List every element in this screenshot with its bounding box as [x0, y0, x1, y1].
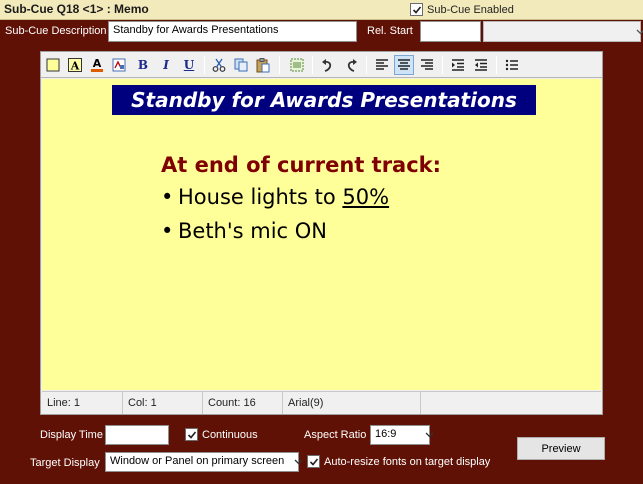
status-count: Count: 16 — [202, 392, 282, 414]
bullet-glyph: • — [161, 185, 174, 209]
memo-bullet-line: • Beth's mic ON — [161, 219, 327, 243]
description-input[interactable]: Standby for Awards Presentations — [108, 21, 357, 42]
indent-icon[interactable] — [448, 55, 468, 75]
cut-icon[interactable] — [209, 55, 229, 75]
continuous-label: Continuous — [202, 429, 258, 441]
preview-button[interactable]: Preview — [517, 437, 605, 460]
select-all-icon[interactable] — [287, 55, 307, 75]
font-color-icon[interactable]: A — [87, 55, 107, 75]
bullet-glyph: • — [161, 219, 174, 243]
status-col: Col: 1 — [122, 392, 202, 414]
checkmark-icon — [309, 457, 318, 466]
outdent-icon[interactable] — [471, 55, 491, 75]
sub-cue-enabled-label: Sub-Cue Enabled — [427, 4, 514, 16]
toolbar-separator — [279, 56, 280, 74]
toolbar-separator — [312, 56, 313, 74]
bold-icon: B — [137, 58, 149, 72]
italic-icon: I — [163, 58, 169, 72]
svg-text:A: A — [93, 57, 102, 70]
status-empty — [420, 392, 600, 414]
paste-icon[interactable] — [253, 55, 273, 75]
toolbar-separator — [204, 56, 205, 74]
aspect-ratio-label: Aspect Ratio — [304, 429, 367, 441]
copy-icon[interactable] — [231, 55, 251, 75]
display-time-input[interactable] — [105, 425, 169, 445]
memo-line-text: House lights to — [178, 185, 343, 209]
italic-button[interactable]: I — [156, 55, 176, 75]
status-font: Arial(9) — [282, 392, 420, 414]
align-right-icon[interactable] — [417, 55, 437, 75]
rel-start-mode-select[interactable] — [483, 21, 643, 42]
align-center-icon[interactable] — [394, 55, 414, 75]
aspect-ratio-value: 16:9 — [375, 428, 397, 440]
toolbar-separator — [442, 56, 443, 74]
memo-bullet-line: • House lights to 50% — [161, 185, 389, 209]
title-bar: Sub-Cue Q18 <1> : Memo Sub-Cue Enabled — [0, 0, 643, 20]
memo-line-text: Beth's mic ON — [178, 219, 328, 243]
sub-cue-enabled-checkbox[interactable] — [410, 3, 423, 16]
bold-button[interactable]: B — [133, 55, 153, 75]
aspect-ratio-select[interactable]: 16:9 — [370, 425, 434, 445]
svg-text:A: A — [70, 60, 80, 73]
toolbar-separator — [366, 56, 367, 74]
toolbar-separator — [496, 56, 497, 74]
window-title: Sub-Cue Q18 <1> : Memo — [4, 2, 149, 16]
auto-resize-checkbox[interactable] — [307, 455, 320, 468]
font-icon[interactable] — [109, 55, 129, 75]
description-label: Sub-Cue Description — [5, 25, 107, 37]
continuous-checkbox[interactable] — [185, 428, 198, 441]
checkmark-icon — [412, 5, 421, 14]
target-display-label: Target Display — [30, 457, 100, 469]
auto-resize-label: Auto-resize fonts on target display — [324, 456, 491, 468]
align-left-icon[interactable] — [372, 55, 392, 75]
background-color-icon[interactable] — [43, 55, 63, 75]
underline-button[interactable]: U — [179, 55, 199, 75]
memo-line-emphasis: 50% — [342, 185, 390, 209]
checkmark-icon — [187, 430, 196, 439]
rel-start-label: Rel. Start — [367, 25, 413, 37]
highlight-icon[interactable]: A — [65, 55, 85, 75]
memo-content[interactable]: Standby for Awards Presentations At end … — [42, 79, 601, 390]
underline-icon: U — [183, 58, 195, 72]
memo-heading: At end of current track: — [161, 153, 442, 177]
undo-icon[interactable] — [318, 55, 338, 75]
status-line: Line: 1 — [47, 397, 81, 409]
target-display-value: Window or Panel on primary screen — [110, 455, 285, 467]
memo-banner: Standby for Awards Presentations — [112, 85, 536, 115]
redo-icon[interactable] — [341, 55, 361, 75]
editor-status-bar: Line: 1 Col: 1 Count: 16 Arial(9) — [42, 391, 601, 414]
formatting-toolbar: A A B I U — [41, 52, 602, 78]
bullet-list-icon[interactable] — [502, 55, 522, 75]
target-display-select[interactable]: Window or Panel on primary screen — [105, 452, 303, 472]
memo-editor: A A B I U Standby for Awards Presentatio… — [40, 51, 603, 415]
display-time-label: Display Time — [40, 429, 103, 441]
rel-start-input[interactable] — [420, 21, 481, 42]
